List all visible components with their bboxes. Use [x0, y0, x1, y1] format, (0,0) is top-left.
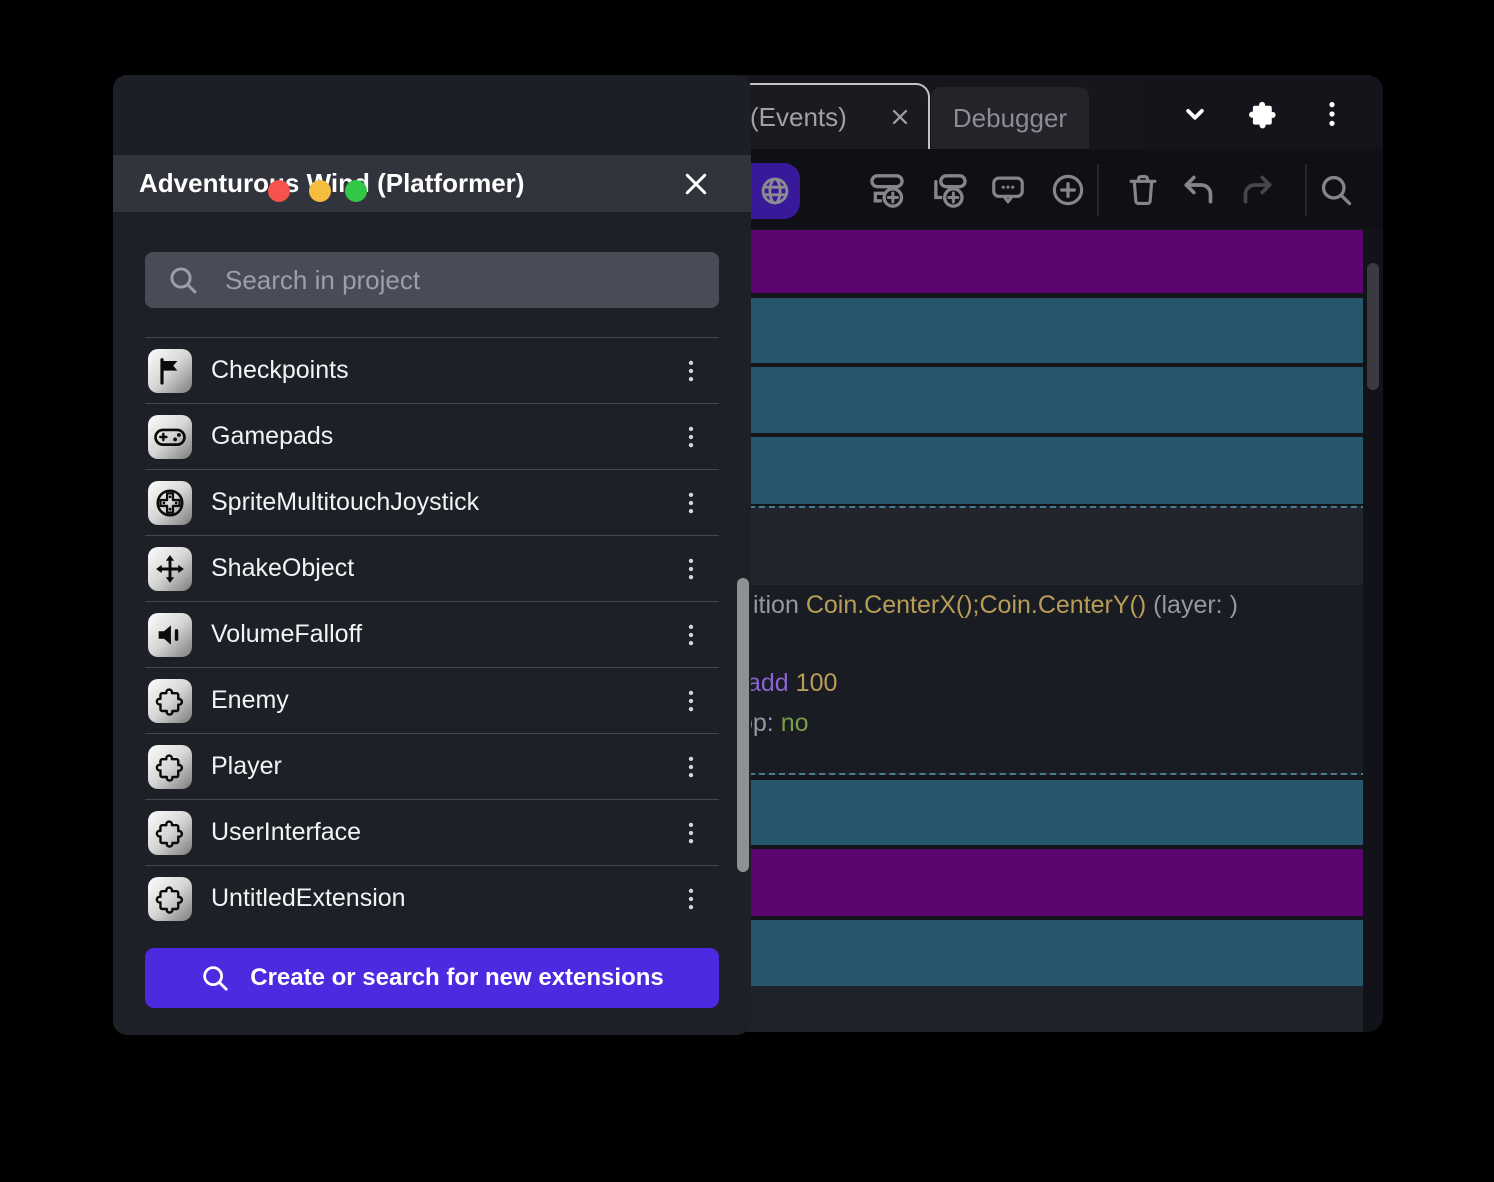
list-item-player[interactable]: Player [145, 733, 719, 799]
puzzle-icon [148, 744, 192, 789]
search-icon [167, 264, 199, 296]
list-item-label: Player [211, 752, 282, 780]
action-text: (layer: ) [1146, 591, 1238, 619]
page-title: Adventurous Wind (Platformer) [139, 168, 525, 198]
tab-close-icon[interactable] [888, 105, 912, 129]
dialog-body: Checkpoints Gamepads SpriteMultitouchJoy… [113, 212, 751, 1008]
list-item-gamepads[interactable]: Gamepads [145, 403, 719, 469]
dialog-titlebar [113, 75, 751, 202]
kebab-menu-icon[interactable] [673, 617, 709, 653]
more-vertical-icon[interactable] [1317, 99, 1347, 129]
search-input[interactable] [223, 263, 719, 297]
action-keyword: add [747, 669, 796, 697]
puzzle-icon [148, 678, 192, 723]
chevron-down-icon[interactable] [1180, 99, 1210, 129]
delete-button[interactable] [1121, 168, 1165, 212]
undo-button[interactable] [1176, 168, 1220, 212]
tab-events-label: (Events) [750, 101, 847, 132]
tab-debugger[interactable]: Debugger [931, 87, 1089, 149]
list-item-spritemultitouchjoystick[interactable]: SpriteMultitouchJoystick [145, 469, 719, 535]
kebab-menu-icon[interactable] [673, 881, 709, 917]
move-arrows-icon [148, 546, 192, 591]
list-item-label: VolumeFalloff [211, 620, 363, 648]
window-controls [1143, 75, 1383, 153]
list-item-label: Gamepads [211, 422, 334, 450]
gamepad-icon [148, 414, 192, 459]
macos-close-button[interactable] [268, 180, 290, 202]
list-item-enemy[interactable]: Enemy [145, 667, 719, 733]
cta-label: Create or search for new extensions [250, 964, 664, 991]
add-subevent-button[interactable] [928, 168, 972, 212]
kebab-menu-icon[interactable] [673, 815, 709, 851]
add-comment-button[interactable] [986, 168, 1030, 212]
kebab-menu-icon[interactable] [673, 485, 709, 521]
search-box[interactable] [145, 252, 719, 308]
event-action-line[interactable]: ition Coin.CenterX();Coin.CenterY() (lay… [753, 590, 1238, 620]
macos-minimize-button[interactable] [309, 180, 331, 202]
dialog-scrollbar-thumb[interactable] [737, 578, 749, 872]
kebab-menu-icon[interactable] [673, 749, 709, 785]
list-item-checkpoints[interactable]: Checkpoints [145, 337, 719, 403]
list-item-label: Checkpoints [211, 356, 349, 384]
flag-icon [148, 348, 192, 393]
close-icon[interactable] [681, 169, 711, 199]
add-event-button[interactable] [865, 168, 909, 212]
action-value: no [780, 709, 809, 737]
events-scrollbar-thumb[interactable] [1367, 263, 1379, 390]
action-expression: Coin.CenterX();Coin.CenterY() [805, 591, 1147, 619]
search-icon [200, 963, 230, 993]
dialog-header: Adventurous Wind (Platformer) [113, 155, 751, 212]
project-manager-dialog: Adventurous Wind (Platformer) Checkpoint… [113, 75, 751, 1035]
list-item-label: UserInterface [211, 818, 362, 846]
add-circle-button[interactable] [1046, 168, 1090, 212]
macos-zoom-button[interactable] [345, 180, 367, 202]
create-or-search-extensions-button[interactable]: Create or search for new extensions [145, 948, 719, 1008]
extensions-puzzle-icon[interactable] [1246, 97, 1280, 131]
action-text: ition [753, 591, 806, 619]
list-item-userinterface[interactable]: UserInterface [145, 799, 719, 865]
list-item-label: Enemy [211, 686, 289, 714]
list-item-shakeobject[interactable]: ShakeObject [145, 535, 719, 601]
speaker-icon [148, 612, 192, 657]
project-item-list: Checkpoints Gamepads SpriteMultitouchJoy… [145, 337, 719, 931]
list-item-label: UntitledExtension [211, 884, 406, 912]
kebab-menu-icon[interactable] [673, 353, 709, 389]
list-item-label: SpriteMultitouchJoystick [211, 488, 480, 516]
tab-debugger-label: Debugger [952, 102, 1068, 133]
kebab-menu-icon[interactable] [673, 551, 709, 587]
puzzle-icon [148, 810, 192, 855]
kebab-menu-icon[interactable] [673, 419, 709, 455]
joystick-icon [148, 480, 192, 525]
list-item-untitledextension[interactable]: UntitledExtension [145, 865, 719, 931]
globe-icon [758, 174, 792, 208]
list-item-volumefalloff[interactable]: VolumeFalloff [145, 601, 719, 667]
list-item-label: ShakeObject [211, 554, 355, 582]
toolbar-divider [1097, 164, 1099, 216]
event-action-line[interactable]: add 100 [747, 668, 837, 698]
toolbar-divider [1305, 164, 1307, 216]
desktop: (Events) Debugger ition Coin.CenterX();C… [0, 0, 1494, 1182]
search-events-button[interactable] [1314, 168, 1358, 212]
action-value: 100 [795, 669, 838, 697]
kebab-menu-icon[interactable] [673, 683, 709, 719]
puzzle-icon [148, 876, 192, 921]
redo-button[interactable] [1236, 168, 1280, 212]
